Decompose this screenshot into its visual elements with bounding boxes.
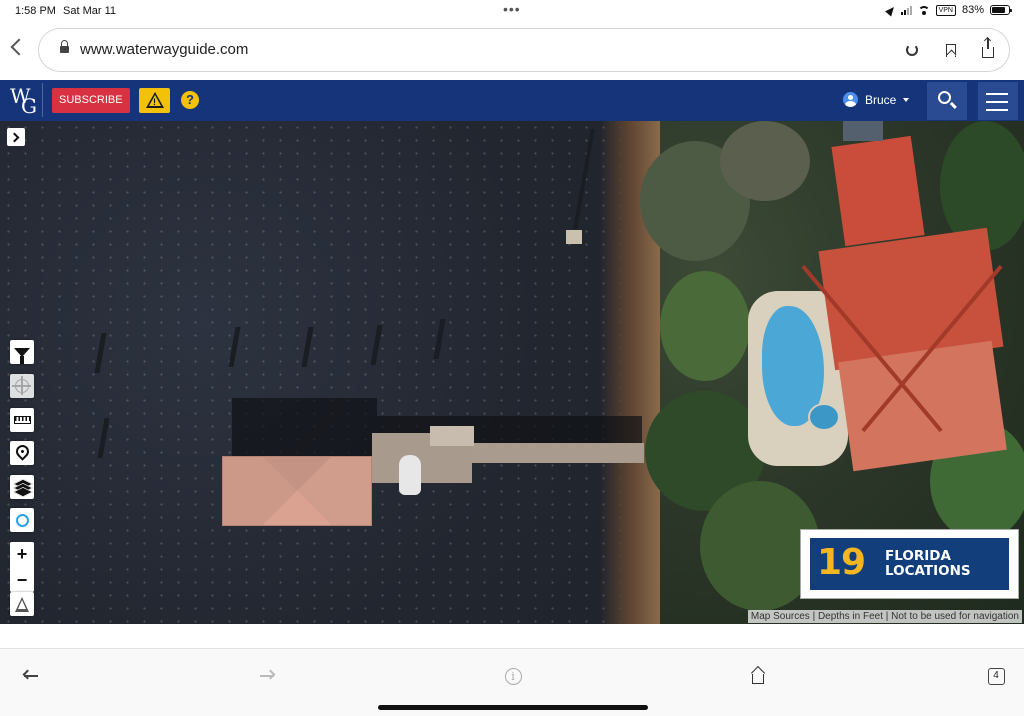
zoom-controls: + − xyxy=(10,542,34,592)
satellite-map[interactable]: + − 19 FLORIDA LOCATIONS Map Sources | D… xyxy=(0,121,1024,624)
zoom-in-icon: + xyxy=(16,544,28,564)
hamburger-menu-icon xyxy=(986,93,1008,117)
status-indicators: VPN 83% xyxy=(884,3,1012,17)
circle-icon xyxy=(15,513,29,527)
reset-north-button[interactable] xyxy=(10,592,34,616)
bookmark-icon[interactable] xyxy=(941,40,961,60)
home-indicator xyxy=(378,705,648,710)
tabs-button[interactable]: 4 xyxy=(984,665,1008,687)
address-bar[interactable]: www.waterwayguide.com xyxy=(38,28,1010,72)
search-button[interactable] xyxy=(927,82,967,120)
house-roof xyxy=(831,135,925,247)
url-text[interactable]: www.waterwayguide.com xyxy=(80,41,248,58)
multitasking-dots-icon[interactable]: ••• xyxy=(503,1,521,17)
ruler-icon xyxy=(13,416,31,424)
lock-icon xyxy=(60,40,69,53)
layers-icon xyxy=(13,479,33,497)
draw-circle-button[interactable] xyxy=(10,508,34,532)
forward-arrow-icon xyxy=(260,675,274,677)
vpn-badge: VPN xyxy=(935,4,956,16)
home-button[interactable] xyxy=(746,665,770,687)
zoom-in-button[interactable]: + xyxy=(10,542,34,566)
help-icon[interactable]: ? xyxy=(181,91,199,109)
map-attribution[interactable]: Map Sources | Depths in Feet | Not to be… xyxy=(747,610,1022,623)
status-time: 1:58 PM xyxy=(15,5,56,17)
info-icon: i xyxy=(504,667,522,685)
caret-down-icon xyxy=(903,97,910,102)
expand-panel-button[interactable] xyxy=(7,128,25,146)
status-bar: 1:58 PM Sat Mar 11 ••• VPN 83% xyxy=(0,0,1024,24)
site-header: WG SUBSCRIBE ! ? Bruce xyxy=(0,80,1024,121)
north-arrow-icon xyxy=(15,596,29,612)
waterway-guide-logo[interactable]: WG xyxy=(8,83,43,118)
page-info-button[interactable]: i xyxy=(501,665,525,687)
filter-icon xyxy=(14,347,30,364)
battery-icon xyxy=(990,5,1012,15)
alerts-button[interactable]: ! xyxy=(139,88,170,113)
reload-icon[interactable] xyxy=(902,40,922,60)
layers-button[interactable] xyxy=(10,475,34,499)
filter-button[interactable] xyxy=(10,340,34,364)
back-button[interactable] xyxy=(19,665,43,687)
user-name: Bruce xyxy=(865,92,897,107)
share-icon[interactable] xyxy=(978,38,998,60)
zoom-out-icon: − xyxy=(16,570,28,590)
user-menu[interactable]: Bruce xyxy=(843,92,910,107)
user-icon xyxy=(843,92,858,107)
ad-line-2: LOCATIONS xyxy=(885,563,971,579)
boathouse-roof xyxy=(222,456,372,526)
boat xyxy=(399,455,421,495)
measure-button[interactable] xyxy=(10,408,34,432)
chevron-left-icon[interactable] xyxy=(10,38,28,56)
ad-number: 19 xyxy=(817,542,866,583)
forward-button[interactable] xyxy=(255,665,279,687)
locate-icon xyxy=(12,376,31,395)
status-date: Sat Mar 11 xyxy=(63,5,116,17)
ad-banner: 19 FLORIDA LOCATIONS xyxy=(810,538,1009,590)
back-arrow-icon xyxy=(24,675,38,677)
zoom-out-button[interactable]: − xyxy=(10,568,34,592)
cellular-signal-icon xyxy=(900,5,912,15)
buoy xyxy=(566,230,582,244)
menu-button[interactable] xyxy=(978,82,1018,120)
home-icon xyxy=(752,673,764,684)
search-icon xyxy=(938,91,951,104)
add-marker-button[interactable] xyxy=(10,441,34,465)
hot-tub xyxy=(808,403,840,431)
subscribe-button[interactable]: SUBSCRIBE xyxy=(52,88,130,113)
locate-button[interactable] xyxy=(10,374,34,398)
location-arrow-icon xyxy=(884,3,897,17)
battery-percent: 83% xyxy=(961,4,984,16)
add-marker-icon xyxy=(12,442,32,461)
florida-locations-ad[interactable]: 19 FLORIDA LOCATIONS xyxy=(800,529,1019,599)
dock-walkway xyxy=(472,443,644,463)
ad-line-1: FLORIDA xyxy=(885,548,951,564)
tabs-icon: 4 xyxy=(987,667,1005,685)
wifi-icon xyxy=(917,5,930,15)
browser-address-row: www.waterwayguide.com xyxy=(0,24,1024,78)
